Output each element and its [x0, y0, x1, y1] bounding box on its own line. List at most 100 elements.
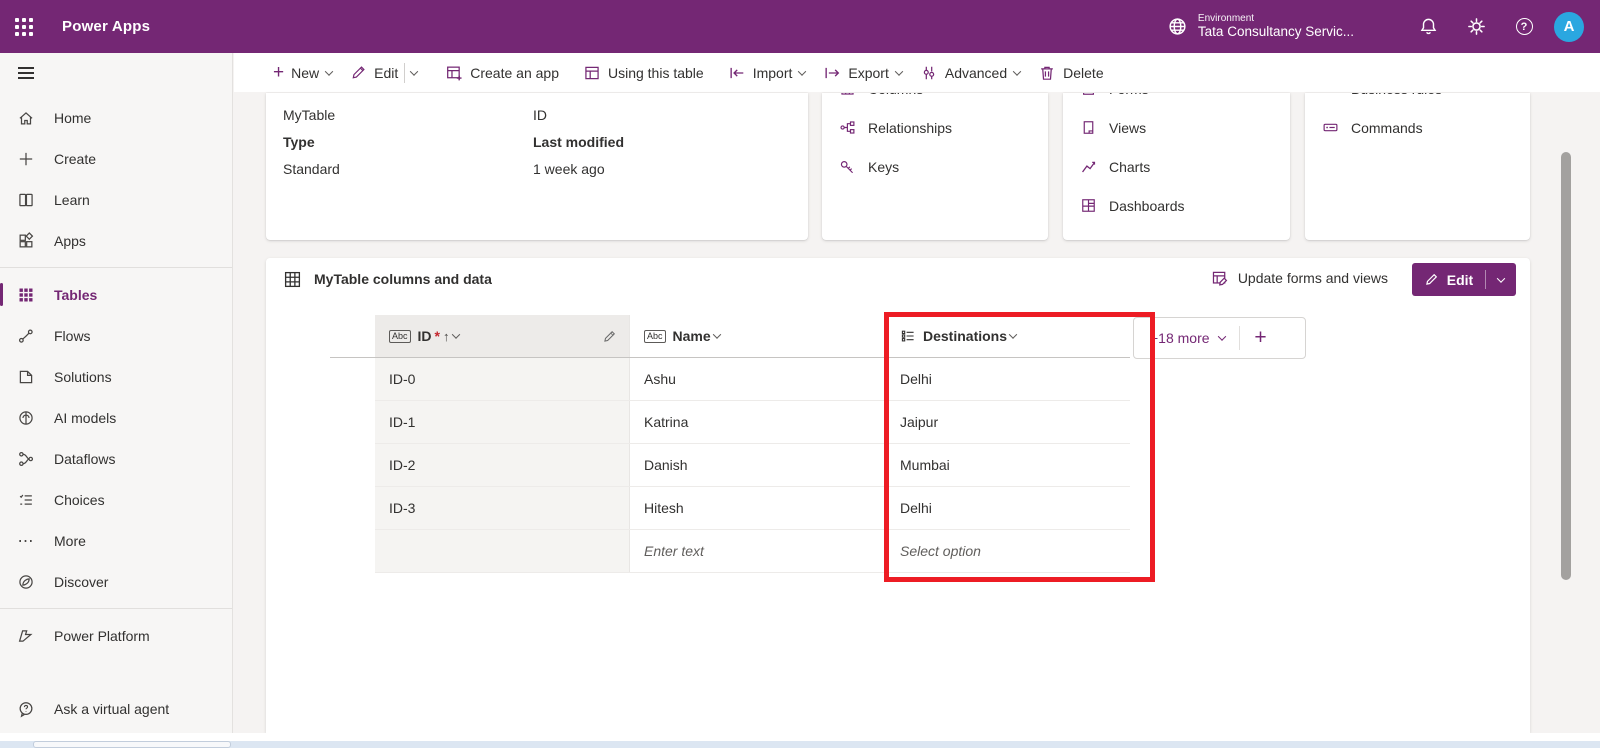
cell-destination[interactable]: Jaipur [886, 401, 1130, 443]
sidebar-item-apps[interactable]: Apps [0, 220, 232, 261]
collapse-nav-button[interactable] [0, 53, 232, 93]
sidebar-item-ask-virtual-agent[interactable]: Ask a virtual agent [0, 685, 232, 733]
column-header-id[interactable]: Abc ID * ↑ [375, 315, 630, 357]
cell-name[interactable]: Ashu [630, 358, 886, 400]
edit-split-dropdown[interactable] [1486, 277, 1516, 283]
add-column-button[interactable]: + [1240, 326, 1282, 350]
edit-dropdown-button[interactable] [407, 57, 426, 89]
more-columns-button[interactable]: +18 more [1134, 330, 1239, 346]
import-button[interactable]: Import [719, 57, 815, 89]
environment-picker[interactable]: Environment Tata Consultancy Servic... [1153, 0, 1368, 53]
last-modified-value: 1 week ago [533, 155, 624, 182]
horizontal-scrollbar-track[interactable] [0, 741, 1600, 748]
section-title: MyTable columns and data [266, 270, 492, 289]
table-edit-icon [1211, 269, 1229, 287]
edit-column-pencil-icon[interactable] [602, 329, 617, 344]
sidebar-item-dataflows[interactable]: Dataflows [0, 438, 232, 479]
vertical-scrollbar-thumb[interactable] [1561, 152, 1571, 580]
help-icon: ? [1516, 18, 1533, 35]
sort-ascending-icon: ↑ [443, 329, 450, 344]
sidebar-item-create[interactable]: Create [0, 138, 232, 179]
ai-models-icon [16, 408, 36, 428]
book-icon [16, 190, 36, 210]
sidebar-item-flows[interactable]: Flows [0, 315, 232, 356]
table-properties-card: MyTable Type Standard ID Last modified 1… [266, 93, 808, 240]
cell-name[interactable]: Katrina [630, 401, 886, 443]
columns-and-data-card: MyTable columns and data Update forms an… [266, 258, 1530, 733]
cell-id-empty[interactable] [375, 530, 630, 572]
experiences-link-forms[interactable]: Forms [1063, 93, 1290, 108]
chevron-down-icon [798, 67, 806, 75]
pencil-icon [1424, 272, 1439, 287]
sidebar-divider [0, 267, 232, 268]
sidebar-item-tables[interactable]: Tables [0, 274, 232, 315]
experiences-link-dashboards[interactable]: Dashboards [1063, 186, 1290, 225]
schema-link-keys[interactable]: Keys [822, 147, 1048, 186]
columns-icon [839, 93, 856, 97]
customizations-link-commands[interactable]: Commands [1305, 108, 1530, 147]
advanced-button[interactable]: Advanced [911, 57, 1029, 89]
app-launcher-button[interactable] [0, 0, 48, 53]
app-title: Power Apps [62, 18, 150, 35]
chevron-down-icon [1013, 67, 1021, 75]
chevron-down-icon [325, 67, 333, 75]
sidebar-item-learn[interactable]: Learn [0, 179, 232, 220]
schema-card: Columns Relationships Keys [822, 93, 1048, 240]
discover-icon [16, 572, 36, 592]
using-this-table-button[interactable]: Using this table [574, 57, 713, 89]
create-an-app-button[interactable]: Create an app [436, 57, 568, 89]
power-platform-icon [16, 626, 36, 646]
help-button[interactable]: ? [1500, 0, 1548, 53]
table-icon [583, 64, 601, 82]
cell-id[interactable]: ID-3 [375, 487, 630, 529]
update-forms-views-button[interactable]: Update forms and views [1211, 269, 1388, 287]
export-button[interactable]: Export [814, 57, 910, 89]
schema-link-relationships[interactable]: Relationships [822, 108, 1048, 147]
hamburger-icon [18, 64, 34, 82]
cell-name[interactable]: Hitesh [630, 487, 886, 529]
sidebar-item-choices[interactable]: Choices [0, 479, 232, 520]
relationships-icon [839, 119, 856, 136]
column-header-destinations[interactable]: Destinations [886, 315, 1130, 357]
chevron-down-icon [895, 67, 903, 75]
chevron-down-icon[interactable] [712, 330, 720, 338]
sidebar-item-discover[interactable]: Discover [0, 561, 232, 602]
new-destination-select[interactable]: Select option [886, 530, 1130, 572]
horizontal-scrollbar-thumb[interactable] [33, 741, 231, 748]
sidebar-item-more[interactable]: ⋯ More [0, 520, 232, 561]
cell-id[interactable]: ID-1 [375, 401, 630, 443]
avatar[interactable]: A [1554, 12, 1584, 42]
chevron-down-icon [410, 67, 418, 75]
edit-button[interactable]: Edit [341, 57, 402, 89]
key-icon [839, 158, 856, 175]
sidebar-item-solutions[interactable]: Solutions [0, 356, 232, 397]
edit-table-button[interactable]: Edit [1412, 263, 1516, 296]
cell-destination[interactable]: Mumbai [886, 444, 1130, 486]
cell-destination[interactable]: Delhi [886, 358, 1130, 400]
cell-id[interactable]: ID-2 [375, 444, 630, 486]
settings-button[interactable] [1452, 0, 1500, 53]
new-button[interactable]: + New [264, 57, 341, 89]
cell-name[interactable]: Danish [630, 444, 886, 486]
sidebar-item-ai-models[interactable]: AI models [0, 397, 232, 438]
cell-id[interactable]: ID-0 [375, 358, 630, 400]
notifications-button[interactable] [1404, 0, 1452, 53]
new-name-input[interactable]: Enter text [630, 530, 886, 572]
chevron-down-icon[interactable] [1009, 330, 1017, 338]
experiences-link-charts[interactable]: Charts [1063, 147, 1290, 186]
top-bar: Power Apps Environment Tata Consultancy … [0, 0, 1600, 53]
customizations-card: Business rules Commands [1305, 93, 1530, 240]
schema-link-columns[interactable]: Columns [822, 93, 1048, 108]
commands-icon [1322, 119, 1339, 136]
grid-header-row: Abc ID * ↑ Abc Name Destinations [375, 315, 1130, 358]
column-header-name[interactable]: Abc Name [630, 315, 886, 357]
sidebar-item-power-platform[interactable]: Power Platform [0, 615, 232, 656]
export-arrow-icon [823, 64, 841, 82]
delete-button[interactable]: Delete [1029, 57, 1112, 89]
plus-icon: + [1254, 326, 1266, 350]
experiences-link-views[interactable]: Views [1063, 108, 1290, 147]
customizations-link-business-rules[interactable]: Business rules [1305, 93, 1530, 108]
sidebar-item-home[interactable]: Home [0, 97, 232, 138]
chevron-down-icon[interactable] [452, 330, 460, 338]
cell-destination[interactable]: Delhi [886, 487, 1130, 529]
